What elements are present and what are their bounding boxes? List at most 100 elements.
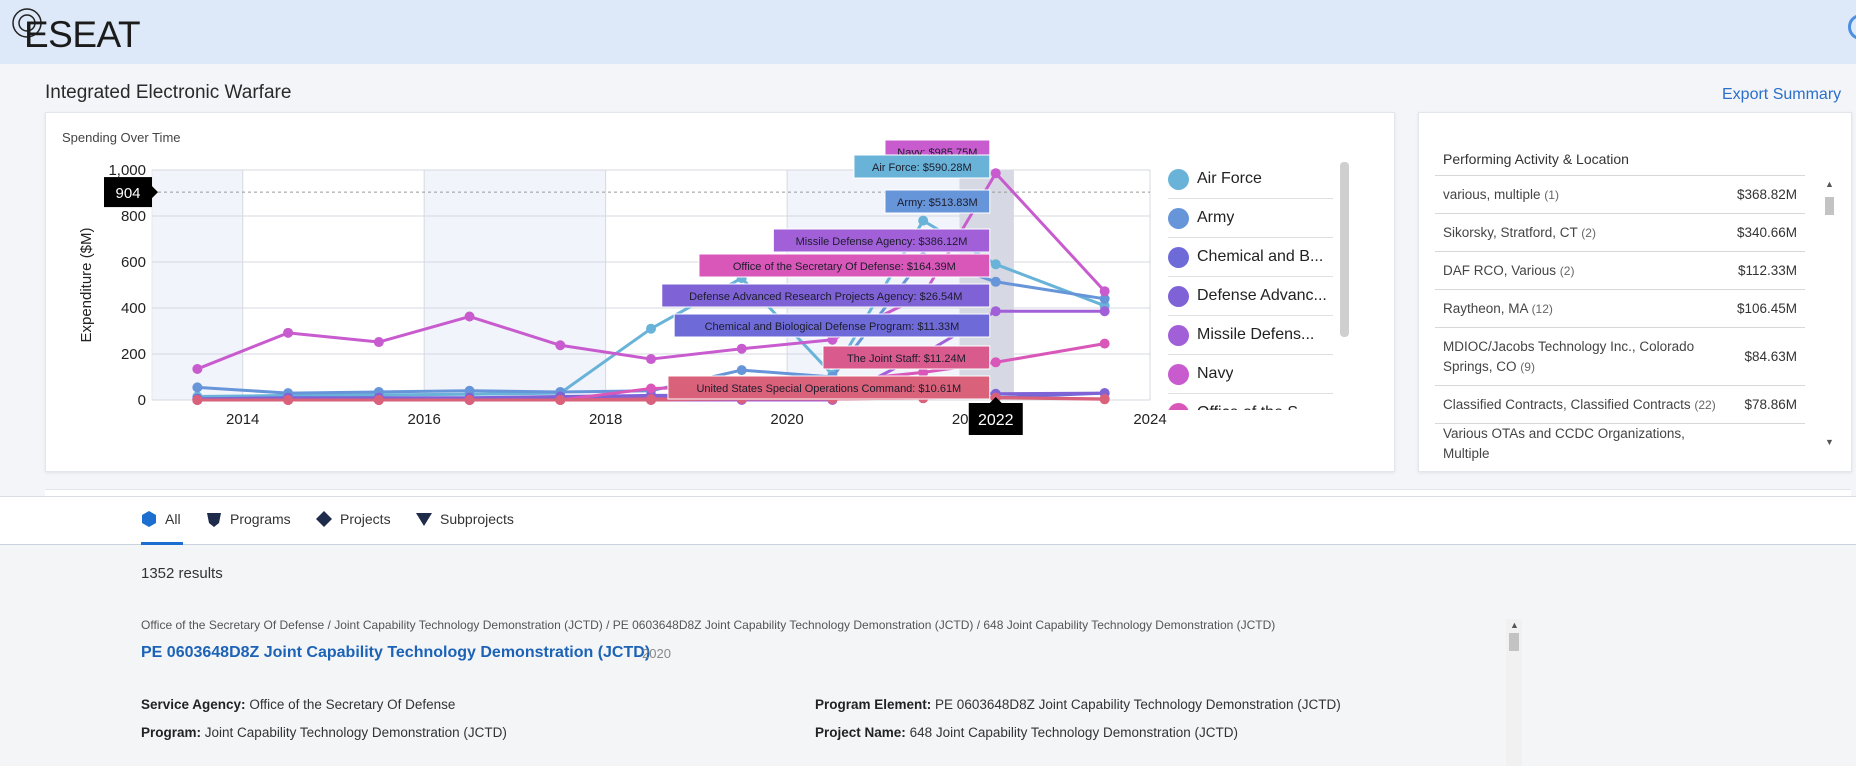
data-point[interactable] (1099, 306, 1110, 317)
program-field: Program: Joint Capability Technology Dem… (141, 725, 507, 740)
performing-activity-name-text: Various OTAs and CCDC Organizations, Mul… (1443, 425, 1685, 461)
legend-item[interactable]: Air Force (1168, 160, 1333, 199)
scroll-thumb[interactable] (1509, 633, 1519, 651)
performing-activity-name-text: Raytheon, MA (1443, 300, 1532, 316)
performing-activity-row[interactable]: Sikorsky, Stratford, CT (2) $340.66M (1435, 213, 1805, 251)
data-point[interactable] (646, 354, 656, 365)
data-point[interactable] (464, 395, 475, 405)
program-element-field: Program Element: PE 0603648D8Z Joint Cap… (815, 697, 1341, 712)
data-point[interactable] (990, 306, 1001, 317)
legend-scrollbar[interactable] (1340, 162, 1349, 337)
tab-subprojects-label: Subprojects (440, 511, 514, 527)
legend-item[interactable]: Army (1168, 199, 1333, 238)
legend-label: Chemical and B... (1197, 248, 1324, 265)
legend-item[interactable]: Defense Advanc... (1168, 277, 1333, 316)
performing-activity-scrollbar[interactable]: ▲ ▼ (1821, 179, 1837, 449)
x-tick-label: 2018 (589, 411, 622, 428)
legend-item[interactable]: Office of the S... (1168, 394, 1333, 410)
tab-projects-label: Projects (340, 511, 391, 527)
data-point[interactable] (646, 383, 656, 394)
tab-all[interactable]: All (141, 511, 181, 527)
data-point[interactable] (990, 259, 1001, 270)
performing-activity-row[interactable]: Raytheon, MA (12) $106.45M (1435, 289, 1805, 327)
results-count: 1352 results (141, 565, 223, 582)
performing-activity-name: DAF RCO, Various (2) (1443, 261, 1574, 281)
data-point[interactable] (464, 311, 475, 322)
project-name-value: 648 Joint Capability Technology Demonstr… (909, 725, 1238, 740)
performing-activity-row[interactable]: various, multiple (1) $368.82M (1435, 175, 1805, 213)
legend-item[interactable]: Navy (1168, 355, 1333, 394)
scroll-up-icon[interactable]: ▲ (1825, 179, 1834, 189)
hexagon-icon (142, 511, 156, 527)
scroll-thumb[interactable] (1825, 197, 1834, 215)
data-point[interactable] (283, 327, 294, 338)
legend-label: Office of the S... (1197, 404, 1311, 410)
performing-activity-row[interactable]: MDIOC/Jacobs Technology Inc., Colorado S… (1435, 327, 1805, 385)
data-point[interactable] (736, 343, 747, 354)
service-agency-field: Service Agency: Office of the Secretary … (141, 697, 455, 712)
x-tick-label: 2014 (226, 411, 259, 428)
data-point[interactable] (990, 357, 1001, 368)
performing-activity-count: (2) (1559, 263, 1575, 278)
tab-programs[interactable]: Programs (206, 511, 291, 527)
service-agency-label: Service Agency: (141, 697, 246, 712)
data-point[interactable] (990, 276, 1001, 287)
series-tooltip-label: United States Special Operations Command… (696, 383, 961, 395)
results-scrollbar[interactable]: ▲ (1506, 619, 1522, 766)
data-point[interactable] (192, 382, 203, 393)
performing-activity-row[interactable]: Various OTAs and CCDC Organizations, Mul… (1435, 423, 1805, 463)
data-point[interactable] (192, 395, 203, 405)
performing-activity-name: various, multiple (1) (1443, 185, 1559, 205)
x-crosshair-value: 2022 (978, 412, 1014, 429)
user-avatar-icon[interactable] (1848, 14, 1856, 40)
legend-swatch-icon (1168, 324, 1189, 346)
legend-label: Air Force (1197, 170, 1262, 187)
y-tick-label: 400 (121, 300, 146, 317)
data-point[interactable] (1099, 338, 1110, 349)
program-value: Joint Capability Technology Demonstratio… (204, 725, 507, 740)
y-tick-label: 600 (121, 254, 146, 271)
performing-activity-row[interactable]: DAF RCO, Various (2) $112.33M (1435, 251, 1805, 289)
result-title-link[interactable]: PE 0603648D8Z Joint Capability Technolog… (141, 644, 650, 662)
series-tooltip-label: Army: $513.83M (897, 197, 978, 209)
data-point[interactable] (555, 395, 566, 405)
performing-activity-row[interactable]: Classified Contracts, Classified Contrac… (1435, 385, 1805, 423)
performing-activity-amount: $106.45M (1736, 301, 1797, 316)
triangle-down-icon (416, 513, 432, 526)
performing-activity-amount: $84.63M (1744, 349, 1797, 364)
data-point[interactable] (373, 395, 384, 405)
data-point[interactable] (555, 340, 566, 351)
tab-projects[interactable]: Projects (316, 511, 391, 527)
performing-activity-title: Performing Activity & Location (1443, 151, 1629, 167)
chart-legend: Air Force Army Chemical and B... Defense Ad… (1168, 160, 1333, 410)
project-name-field: Project Name: 648 Joint Capability Techn… (815, 725, 1238, 740)
data-point[interactable] (283, 395, 294, 405)
data-point[interactable] (918, 215, 929, 226)
data-point[interactable] (646, 395, 656, 405)
data-point[interactable] (990, 168, 1001, 179)
series-tooltip-label: Office of the Secretary Of Defense: $164… (733, 261, 956, 273)
scroll-up-icon[interactable]: ▲ (1510, 620, 1519, 630)
scroll-down-icon[interactable]: ▼ (1825, 437, 1834, 447)
data-point[interactable] (646, 323, 656, 334)
y-tick-label: 0 (138, 392, 146, 409)
result-breadcrumb: Office of the Secretary Of Defense / Joi… (141, 618, 1276, 632)
data-point[interactable] (373, 337, 384, 348)
legend-swatch-icon (1168, 207, 1189, 229)
spending-over-time-chart[interactable]: 0 200 400 600 800 1,000 2014 2016 2018 2020 2022 20… (0, 0, 1200, 480)
performing-activity-count: (22) (1694, 397, 1716, 412)
performing-activity-name-text: Sikorsky, Stratford, CT (1443, 224, 1582, 240)
data-point[interactable] (192, 363, 203, 374)
x-tick-label: 2016 (407, 411, 440, 428)
diamond-icon (316, 511, 332, 527)
tab-subprojects[interactable]: Subprojects (416, 511, 514, 527)
y-tick-label: 200 (121, 346, 146, 363)
legend-item[interactable]: Chemical and B... (1168, 238, 1333, 277)
data-point[interactable] (1099, 394, 1110, 405)
legend-label: Army (1197, 209, 1235, 226)
data-point[interactable] (1099, 286, 1110, 297)
export-summary-link[interactable]: Export Summary (1722, 86, 1841, 104)
legend-item[interactable]: Missile Defens... (1168, 316, 1333, 355)
data-point[interactable] (736, 365, 747, 376)
legend-label: Defense Advanc... (1197, 287, 1327, 304)
